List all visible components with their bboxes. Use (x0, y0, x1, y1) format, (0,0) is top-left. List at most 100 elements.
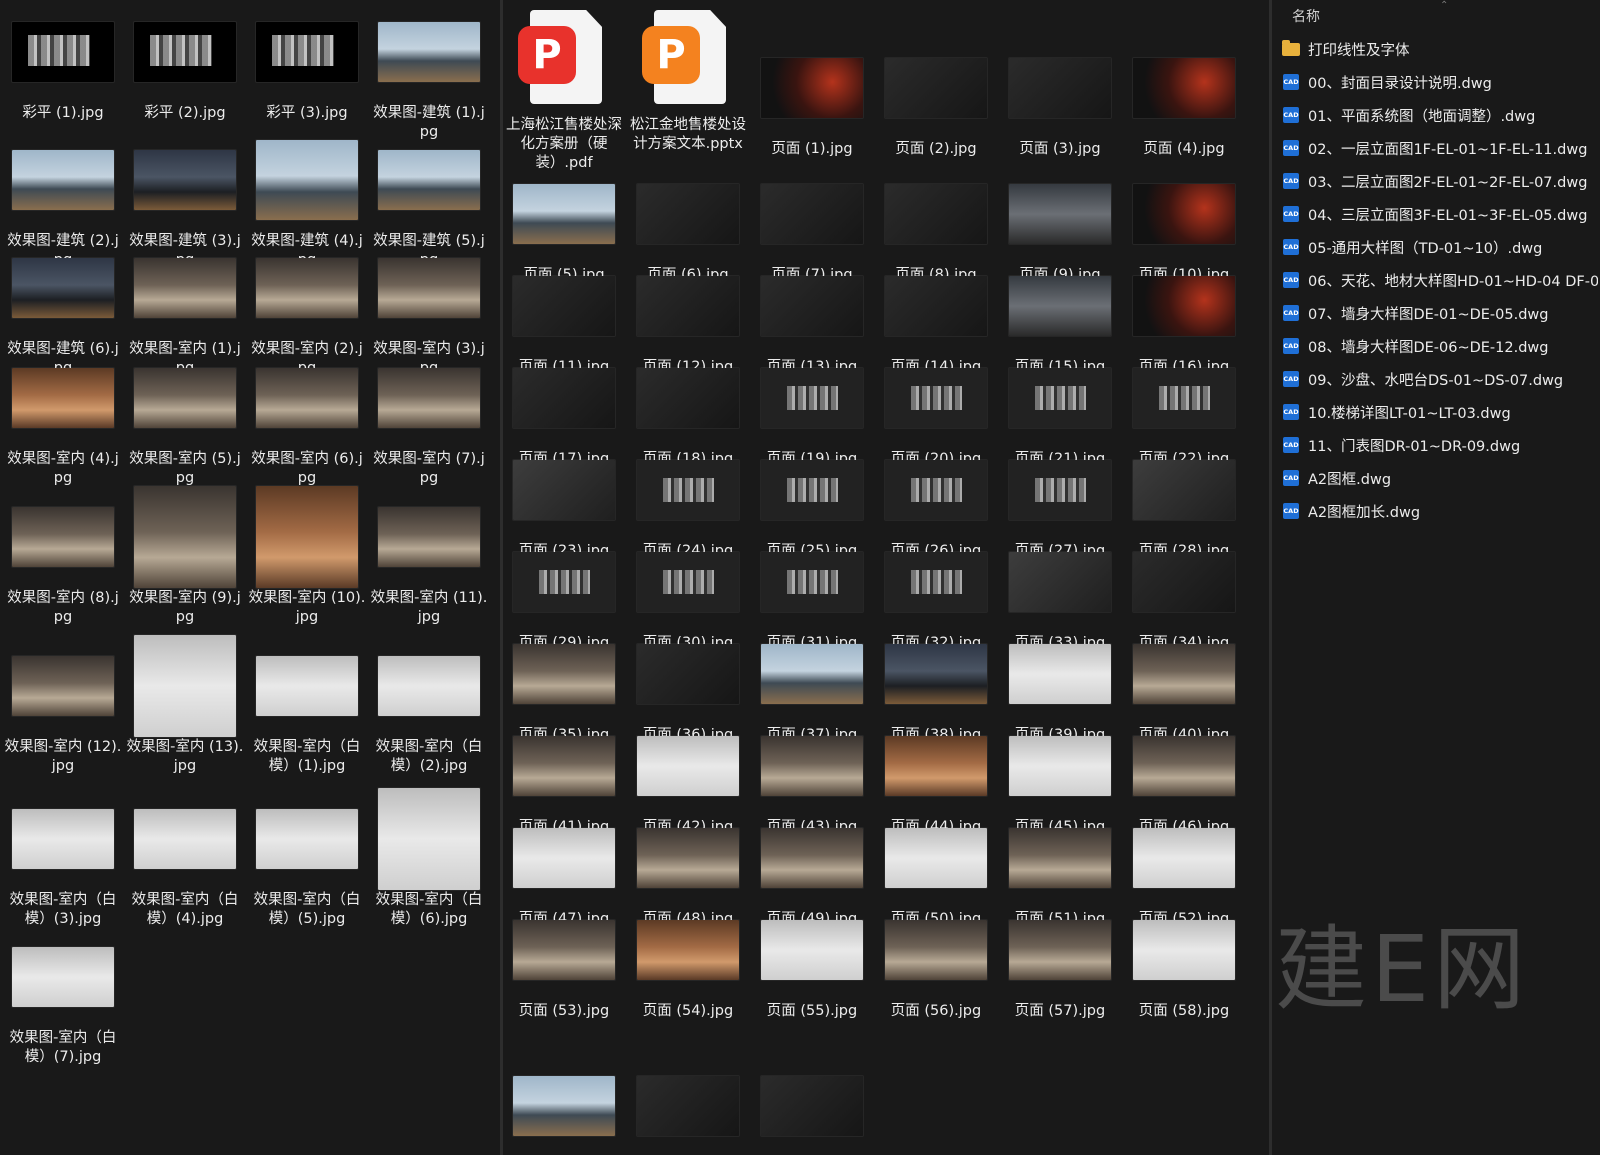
file-tile[interactable]: 页面 (53).jpg (503, 898, 625, 1021)
dwg-file-row[interactable]: CAD A2图框加长.dwg (1282, 498, 1598, 524)
thumbnail-frame (999, 622, 1121, 726)
app-badge-icon: P (642, 26, 700, 84)
image-thumbnail (1009, 736, 1111, 796)
column-header-name[interactable]: 名称 (1292, 6, 1320, 26)
file-tile[interactable]: 效果图-室内 (12).jpg (2, 634, 124, 776)
pptx-file-tile[interactable]: P 松江金地售楼处设计方案文本.pptx (627, 6, 749, 154)
file-tile[interactable]: 页面 (61).jpg (751, 1054, 873, 1155)
thumbnail-frame (503, 438, 625, 542)
file-tile[interactable]: 彩平 (2).jpg (124, 0, 246, 123)
dwg-file-row[interactable]: CAD 07、墙身大样图DE-01~DE-05.dwg (1282, 300, 1598, 326)
thumbnail-frame (875, 530, 997, 634)
file-name-label: 松江金地售楼处设计方案文本.pptx (630, 117, 746, 152)
file-tile[interactable]: 效果图-室内（白模）(1).jpg (246, 634, 368, 776)
thumbnail-frame (875, 438, 997, 542)
dwg-file-row[interactable]: CAD 01、平面系统图（地面调整）.dwg (1282, 102, 1598, 128)
file-tile[interactable]: 效果图-室内（白模）(6).jpg (368, 787, 490, 929)
image-thumbnail (885, 736, 987, 796)
thumbnail-frame (751, 438, 873, 542)
thumbnail-frame (368, 128, 490, 232)
cad-icon: CAD (1282, 305, 1300, 321)
scroll-indicator[interactable]: ⌃ (1440, 0, 1448, 11)
file-tile[interactable]: 效果图-室内 (9).jpg (124, 485, 246, 627)
dwg-file-row[interactable]: CAD A2图框.dwg (1282, 465, 1598, 491)
file-tile[interactable]: 效果图-室内 (10).jpg (246, 485, 368, 627)
file-name-label: 06、天花、地材大样图HD-01~HD-04 DF-01... (1308, 273, 1598, 290)
file-tile[interactable]: 效果图-室内（白模）(5).jpg (246, 787, 368, 929)
thumbnail-frame (124, 128, 246, 232)
thumbnail-frame (124, 0, 246, 104)
image-thumbnail (761, 368, 863, 428)
file-tile[interactable]: 页面 (2).jpg (875, 36, 997, 159)
image-thumbnail (134, 150, 236, 210)
file-tile[interactable]: 页面 (4).jpg (1123, 36, 1245, 159)
image-thumbnail (761, 828, 863, 888)
file-name-label: 页面 (2).jpg (895, 141, 977, 157)
image-thumbnail (885, 58, 987, 118)
file-tile[interactable]: 效果图-室内 (7).jpg (368, 346, 490, 488)
cad-icon: CAD (1282, 437, 1300, 453)
image-thumbnail (1009, 828, 1111, 888)
file-tile[interactable]: 效果图-室内（白模）(2).jpg (368, 634, 490, 776)
file-tile[interactable]: 页面 (54).jpg (627, 898, 749, 1021)
file-tile[interactable]: 页面 (58).jpg (1123, 898, 1245, 1021)
file-tile[interactable]: 效果图-室内 (5).jpg (124, 346, 246, 488)
file-tile[interactable]: 效果图-室内 (6).jpg (246, 346, 368, 488)
file-tile[interactable]: 页面 (55).jpg (751, 898, 873, 1021)
image-thumbnail (134, 258, 236, 318)
thumbnail-frame (2, 0, 124, 104)
image-thumbnail (761, 460, 863, 520)
file-tile[interactable]: 效果图-室内 (13).jpg (124, 634, 246, 776)
image-thumbnail (513, 276, 615, 336)
folder-row[interactable]: 打印线性及字体 (1282, 36, 1598, 62)
dwg-file-row[interactable]: CAD 06、天花、地材大样图HD-01~HD-04 DF-01... (1282, 267, 1598, 293)
dwg-file-row[interactable]: CAD 10.楼梯详图LT-01~LT-03.dwg (1282, 399, 1598, 425)
file-tile[interactable]: 页面 (57).jpg (999, 898, 1121, 1021)
dwg-file-row[interactable]: CAD 08、墙身大样图DE-06~DE-12.dwg (1282, 333, 1598, 359)
file-tile[interactable]: 彩平 (1).jpg (2, 0, 124, 123)
file-tile[interactable]: 页面 (3).jpg (999, 36, 1121, 159)
dwg-file-row[interactable]: CAD 00、封面目录设计说明.dwg (1282, 69, 1598, 95)
dwg-file-row[interactable]: CAD 03、二层立面图2F-EL-01~2F-EL-07.dwg (1282, 168, 1598, 194)
cad-badge: CAD (1283, 272, 1299, 288)
thumbnail-frame (999, 254, 1121, 358)
thumbnail-frame (751, 622, 873, 726)
file-tile[interactable]: 效果图-室内（白模）(7).jpg (2, 925, 124, 1067)
file-tile[interactable]: 页面 (59).jpg (503, 1054, 625, 1155)
dwg-file-row[interactable]: CAD 05-通用大样图（TD-01~10）.dwg (1282, 234, 1598, 260)
thumbnail-frame (875, 714, 997, 818)
file-name-label: 10.楼梯详图LT-01~LT-03.dwg (1308, 405, 1511, 422)
image-thumbnail (1133, 736, 1235, 796)
file-tile[interactable]: 效果图-室内（白模）(4).jpg (124, 787, 246, 929)
thumbnail-frame (627, 898, 749, 1002)
file-name-label: 效果图-室内 (13).jpg (126, 739, 244, 774)
image-thumbnail (256, 140, 358, 220)
image-thumbnail (134, 486, 236, 588)
file-tile[interactable]: 效果图-室内 (4).jpg (2, 346, 124, 488)
file-name-label: 页面 (54).jpg (642, 1003, 734, 1019)
cad-icon: CAD (1282, 173, 1300, 189)
dwg-file-row[interactable]: CAD 09、沙盘、水吧台DS-01~DS-07.dwg (1282, 366, 1598, 392)
image-thumbnail (256, 22, 358, 82)
file-tile[interactable]: 效果图-室内 (11).jpg (368, 485, 490, 627)
dwg-file-row[interactable]: CAD 04、三层立面图3F-EL-01~3F-EL-05.dwg (1282, 201, 1598, 227)
image-thumbnail (1009, 920, 1111, 980)
image-thumbnail (12, 809, 114, 869)
file-name-label: 05-通用大样图（TD-01~10）.dwg (1308, 240, 1543, 257)
pdf-file-tile[interactable]: P 上海松江售楼处深化方案册（硬装）.pdf (503, 6, 625, 173)
dwg-file-row[interactable]: CAD 11、门表图DR-01~DR-09.dwg (1282, 432, 1598, 458)
file-tile[interactable]: 页面 (56).jpg (875, 898, 997, 1021)
thumbnail-frame (627, 254, 749, 358)
image-thumbnail (1009, 184, 1111, 244)
file-tile[interactable]: 页面 (60).jpg (627, 1054, 749, 1155)
thumbnail-frame (999, 714, 1121, 818)
file-tile[interactable]: 效果图-室内 (8).jpg (2, 485, 124, 627)
file-tile[interactable]: 效果图-建筑 (1).jpg (368, 0, 490, 142)
file-name-label: 效果图-室内（白模）(1).jpg (253, 739, 361, 774)
image-thumbnail (1133, 460, 1235, 520)
file-tile[interactable]: 彩平 (3).jpg (246, 0, 368, 123)
file-tile[interactable]: 效果图-室内（白模）(3).jpg (2, 787, 124, 929)
file-tile[interactable]: 页面 (1).jpg (751, 36, 873, 159)
dwg-file-row[interactable]: CAD 02、一层立面图1F-EL-01~1F-EL-11.dwg (1282, 135, 1598, 161)
thumbnail-frame (124, 346, 246, 450)
